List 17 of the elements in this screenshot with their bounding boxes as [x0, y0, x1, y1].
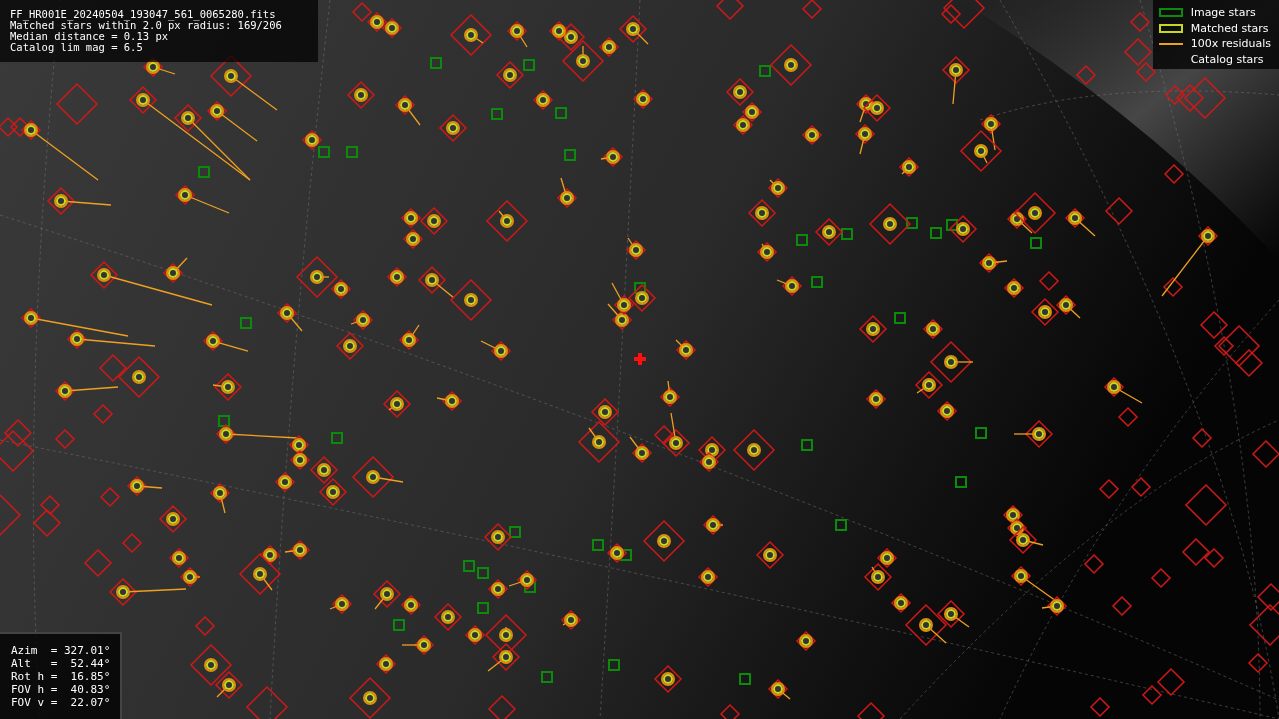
pointing-text: FOV h = 40.83° — [11, 683, 111, 696]
center-cross-icon — [634, 353, 646, 365]
pointing-text: Rot h = 16.85° — [11, 670, 111, 683]
pointing-text: FOV v = 22.07° — [11, 696, 111, 709]
legend-label: Image stars — [1190, 6, 1256, 20]
legend-label: 100x residuals — [1190, 37, 1271, 51]
info-text: Catalog lim mag = 6.5 — [10, 42, 144, 53]
pointing-text: Alt = 52.44° — [11, 657, 111, 670]
info-text: FF_HR001E_20240504_193047_561_0065280.fits — [10, 9, 276, 20]
legend-label: Catalog stars — [1190, 52, 1264, 66]
legend-label: Matched stars — [1190, 21, 1269, 35]
image-star-swatch — [1158, 8, 1183, 18]
residual-line-swatch — [1158, 42, 1183, 45]
matched-star-swatch — [1158, 23, 1183, 33]
info-text: Matched stars within 2.0 px radius: 169/206 — [10, 20, 283, 31]
pointing-text: Azim = 327.01° — [11, 644, 111, 657]
info-text: Median distance = 0.13 px — [10, 31, 169, 42]
